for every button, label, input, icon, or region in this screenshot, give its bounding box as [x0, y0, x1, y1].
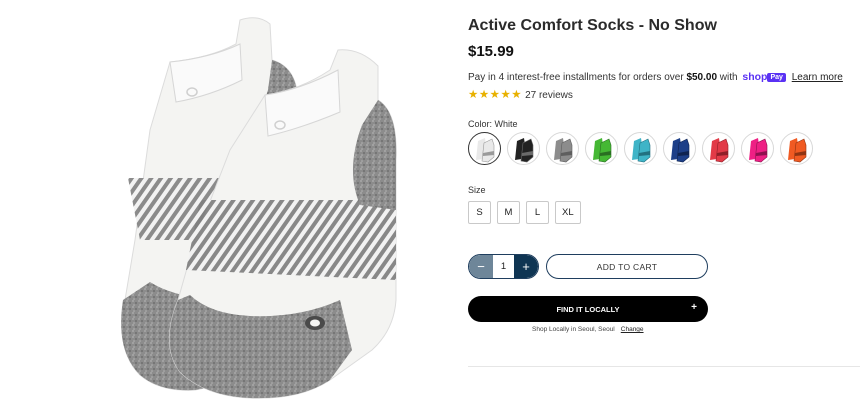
size-label: Size: [468, 185, 486, 195]
add-to-cart-button[interactable]: ADD TO CART: [546, 254, 708, 279]
color-swatch-pink[interactable]: [741, 132, 774, 165]
color-swatch-green[interactable]: [585, 132, 618, 165]
size-option-s[interactable]: S: [468, 201, 491, 224]
color-swatch-gray[interactable]: [546, 132, 579, 165]
find-it-locally-button[interactable]: FIND IT LOCALLY +: [468, 296, 708, 322]
quantity-increase-button[interactable]: +: [514, 255, 538, 278]
installments-text: Pay in 4 interest-free installments for …: [468, 72, 687, 83]
color-swatch-navy[interactable]: [663, 132, 696, 165]
star-icon: ★: [478, 89, 490, 101]
shop-locally-text: Shop Locally in Seoul, Seoul: [532, 326, 615, 333]
shop-locally-line: Shop Locally in Seoul, Seoul Change: [532, 326, 644, 333]
product-image-gallery: [0, 0, 455, 402]
sock-thumbnail-icon: [632, 138, 651, 163]
installments-threshold: $50.00: [686, 72, 718, 83]
quantity-input[interactable]: 1: [493, 255, 514, 278]
color-swatch-orange[interactable]: [780, 132, 813, 165]
divider: [468, 366, 860, 367]
plus-icon: +: [691, 302, 697, 313]
product-info: Active Comfort Socks - No Show $15.99 Pa…: [468, 0, 860, 402]
sock-thumbnail-icon: [788, 138, 807, 163]
sock-thumbnail-icon: [554, 138, 573, 163]
reviews-count[interactable]: 27 reviews: [525, 90, 573, 101]
learn-more-link[interactable]: Learn more: [792, 72, 843, 83]
sock-thumbnail-icon: [593, 138, 612, 163]
star-icon: ★: [511, 89, 522, 101]
product-price: $15.99: [468, 43, 514, 60]
sock-thumbnail-icon: [515, 138, 534, 163]
color-label: Color: White: [468, 119, 518, 129]
star-icon: ★: [468, 89, 479, 101]
star-icon: ★: [489, 89, 500, 101]
color-swatch-white[interactable]: [468, 132, 501, 165]
change-location-link[interactable]: Change: [621, 326, 644, 333]
shop-logo-text: shop: [742, 71, 768, 83]
sock-thumbnail-icon: [671, 138, 690, 163]
installments-banner: Pay in 4 interest-free installments for …: [468, 71, 843, 83]
color-swatch-teal[interactable]: [624, 132, 657, 165]
color-swatch-red[interactable]: [702, 132, 735, 165]
product-image: [121, 17, 397, 399]
rating-summary[interactable]: ★ ★ ★ ★ ★ 27 reviews: [468, 89, 573, 101]
sock-thumbnail-icon: [476, 138, 495, 163]
size-options: S M L XL: [468, 201, 587, 224]
shop-pay-badge: Pay: [767, 73, 786, 82]
quantity-stepper: − 1 +: [468, 254, 539, 279]
star-rating: ★ ★ ★ ★ ★: [468, 89, 522, 101]
quantity-decrease-button[interactable]: −: [469, 255, 493, 278]
sock-thumbnail-icon: [749, 138, 768, 163]
find-it-locally-label: FIND IT LOCALLY: [556, 304, 620, 314]
size-option-l[interactable]: L: [526, 201, 549, 224]
size-option-m[interactable]: M: [497, 201, 520, 224]
sock-thumbnail-icon: [710, 138, 729, 163]
installments-with: with: [717, 72, 741, 83]
color-swatch-list: [468, 132, 819, 165]
product-title: Active Comfort Socks - No Show: [468, 17, 717, 34]
color-swatch-black[interactable]: [507, 132, 540, 165]
size-option-xl[interactable]: XL: [555, 201, 581, 224]
star-icon: ★: [500, 89, 511, 101]
